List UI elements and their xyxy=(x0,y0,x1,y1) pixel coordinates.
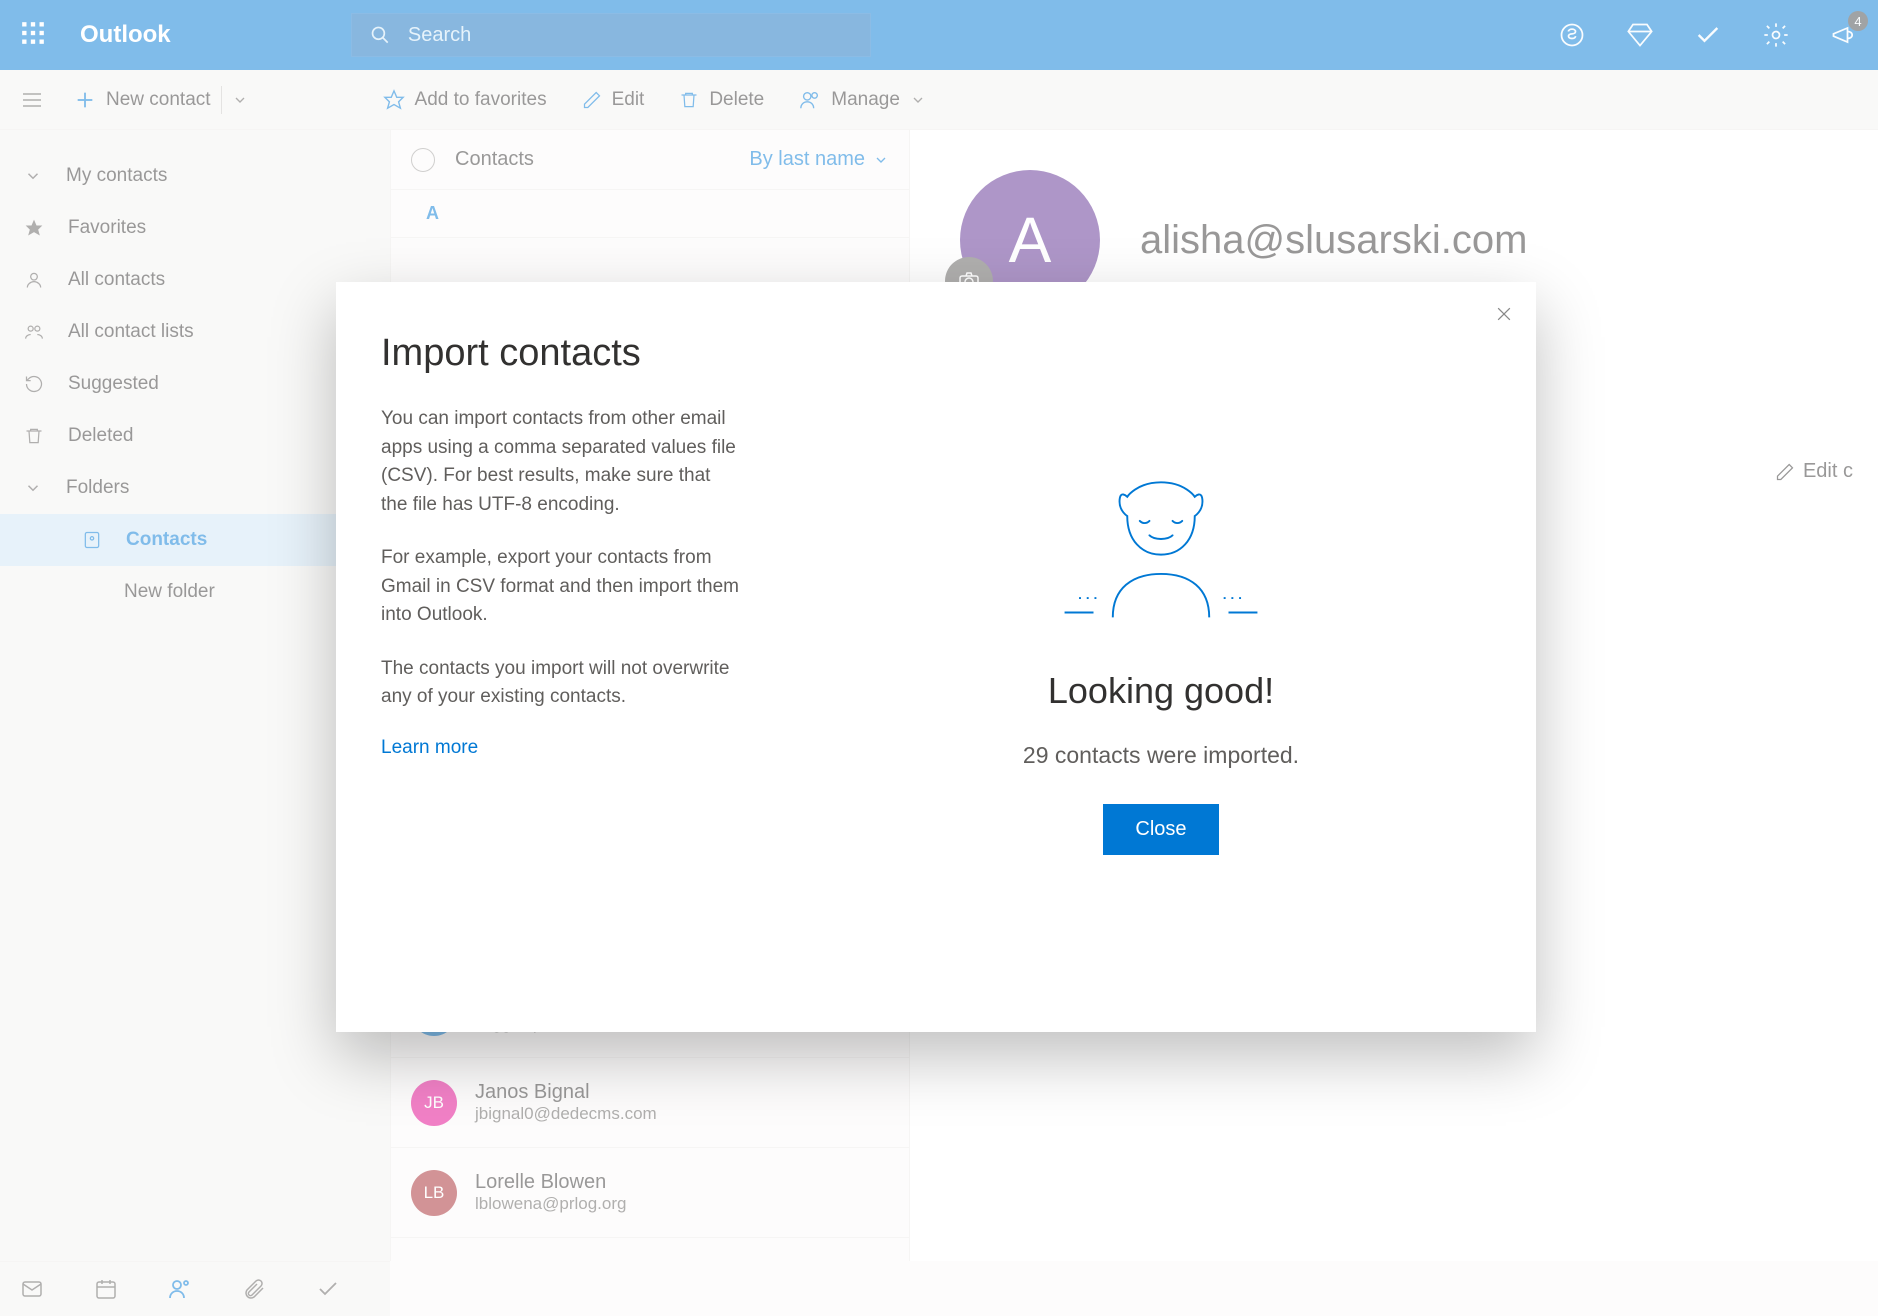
learn-more-link[interactable]: Learn more xyxy=(381,737,478,758)
dialog-info-panel: Import contacts You can import contacts … xyxy=(336,282,786,1032)
close-button[interactable]: Close xyxy=(1103,804,1218,855)
import-contacts-dialog: Import contacts You can import contacts … xyxy=(336,282,1536,1032)
dialog-heading: Looking good! xyxy=(1048,670,1274,712)
dialog-paragraph: For example, export your contacts from G… xyxy=(381,544,741,630)
success-illustration xyxy=(1026,460,1296,630)
dialog-title: Import contacts xyxy=(381,332,741,375)
close-icon[interactable] xyxy=(1494,304,1514,324)
dialog-paragraph: The contacts you import will not overwri… xyxy=(381,655,741,712)
dialog-status: 29 contacts were imported. xyxy=(1023,742,1299,769)
dialog-result-panel: Looking good! 29 contacts were imported.… xyxy=(786,282,1536,1032)
dialog-paragraph: You can import contacts from other email… xyxy=(381,405,741,519)
